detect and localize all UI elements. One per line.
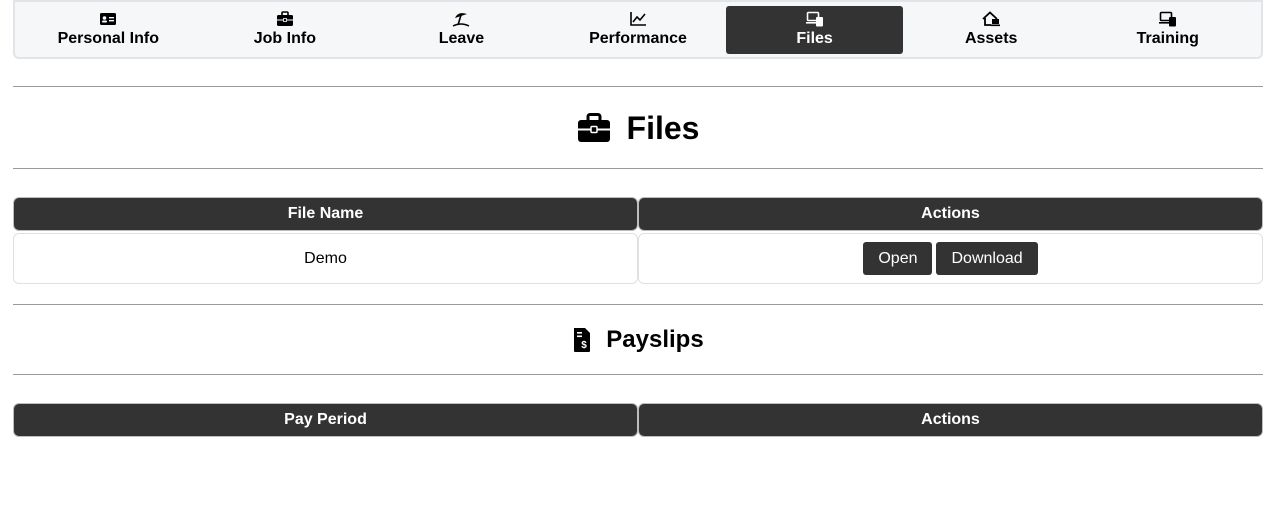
- profile-tab-bar: Personal Info Job Info Leave Performance…: [13, 0, 1263, 59]
- line-chart-icon: [630, 12, 647, 26]
- divider: [13, 374, 1263, 375]
- tab-performance[interactable]: Performance: [550, 6, 727, 54]
- invoice-dollar-icon: $: [574, 328, 591, 352]
- id-card-icon: [100, 13, 117, 25]
- divider: [13, 86, 1263, 87]
- tab-label: Leave: [438, 30, 485, 47]
- files-heading: Files: [13, 104, 1263, 152]
- tab-label: Training: [1136, 30, 1199, 47]
- tab-label: Files: [796, 30, 833, 47]
- tab-label: Assets: [964, 30, 1018, 47]
- divider: [13, 304, 1263, 305]
- briefcase-icon: [276, 11, 293, 26]
- open-file-button[interactable]: Open: [863, 242, 933, 275]
- tab-assets[interactable]: Assets: [903, 6, 1080, 54]
- svg-text:$: $: [582, 340, 588, 351]
- tab-training[interactable]: Training: [1079, 6, 1256, 54]
- column-header-actions: Actions: [638, 197, 1263, 231]
- files-title: Files: [626, 109, 700, 146]
- tab-label: Job Info: [253, 30, 316, 47]
- tab-label: Performance: [589, 30, 687, 47]
- beach-umbrella-icon: [453, 13, 470, 27]
- devices-icon: [805, 11, 823, 27]
- column-header-pay-period: Pay Period: [13, 403, 638, 437]
- payslips-heading: $ Payslips: [13, 322, 1263, 358]
- tab-personal-info[interactable]: Personal Info: [20, 6, 197, 54]
- tab-label: Personal Info: [57, 30, 159, 47]
- tab-leave[interactable]: Leave: [373, 6, 550, 54]
- tab-job-info[interactable]: Job Info: [197, 6, 374, 54]
- divider: [13, 168, 1263, 169]
- file-name-cell: Demo: [13, 233, 638, 284]
- column-header-actions: Actions: [638, 403, 1263, 437]
- home-laptop-icon: [982, 11, 1001, 27]
- file-actions-cell: Open Download: [638, 233, 1263, 284]
- briefcase-icon: [577, 113, 610, 142]
- column-header-file-name: File Name: [13, 197, 638, 231]
- payslips-title: Payslips: [606, 326, 704, 353]
- tab-files[interactable]: Files: [726, 5, 903, 54]
- devices-icon: [1158, 11, 1176, 27]
- download-file-button[interactable]: Download: [936, 242, 1038, 275]
